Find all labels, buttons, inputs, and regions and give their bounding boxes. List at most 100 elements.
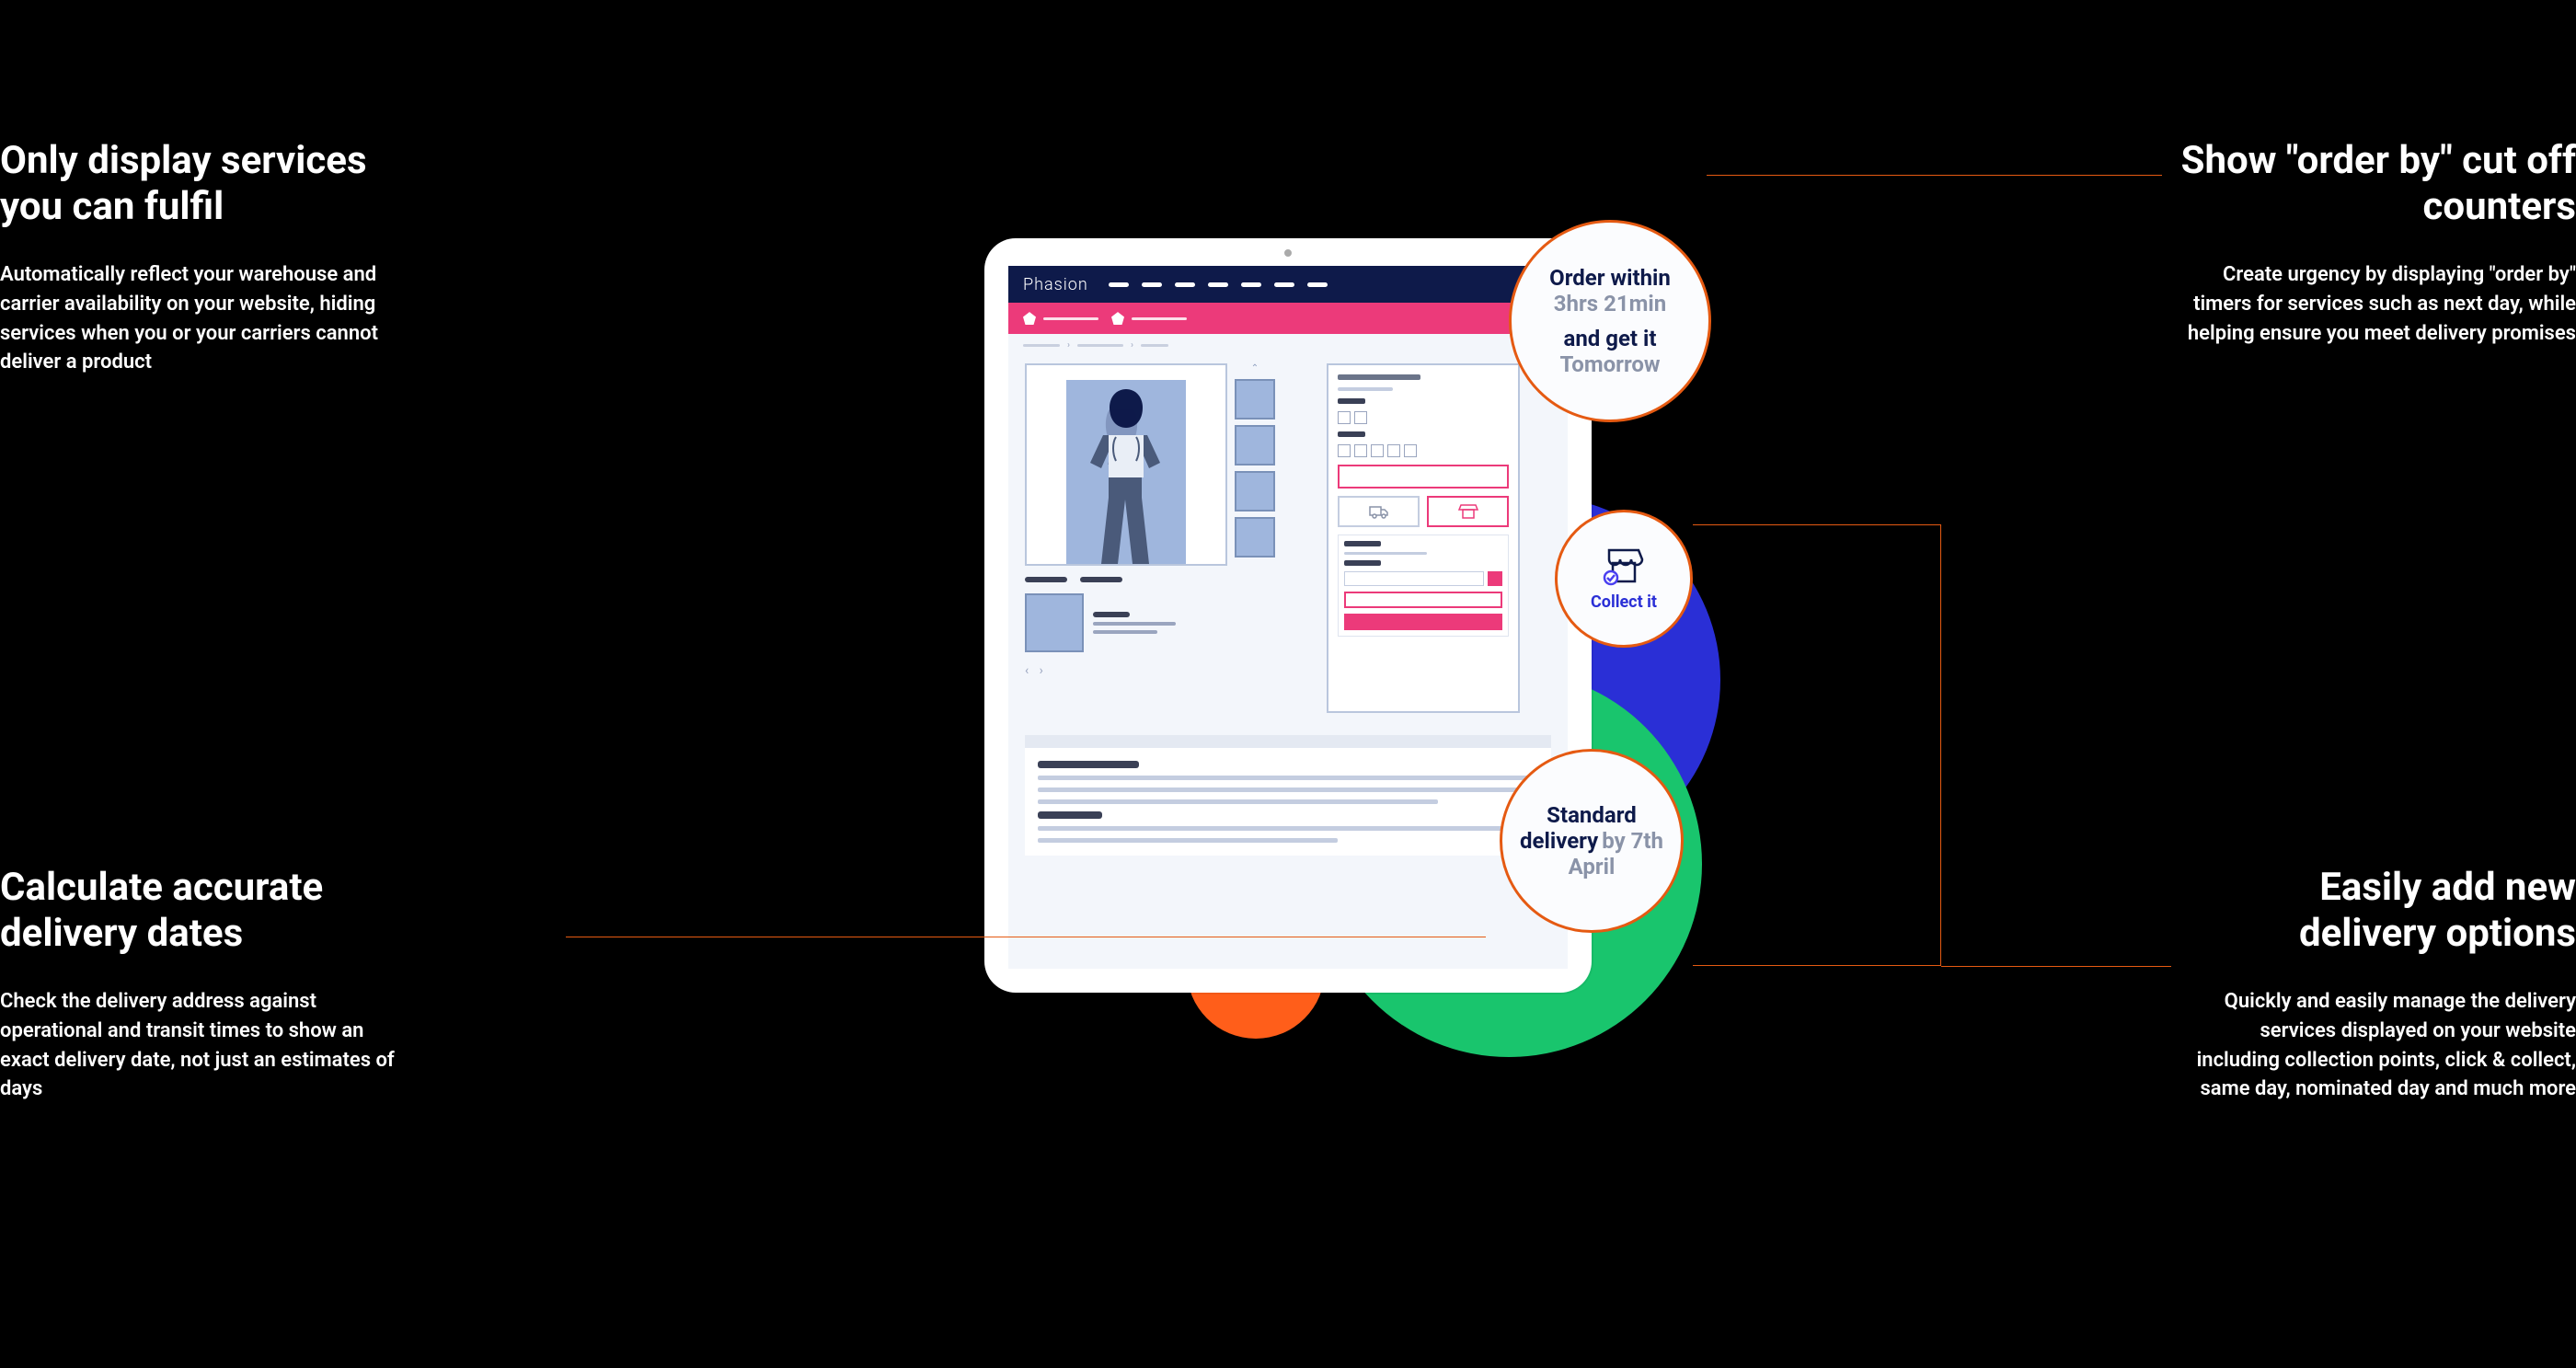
callout-standard-delivery: Standard delivery by 7th April <box>1500 749 1684 933</box>
thumbnail <box>1235 379 1275 420</box>
tablet-screen: Phasion › <box>1008 266 1568 969</box>
thumbnail <box>1235 425 1275 466</box>
size-option <box>1387 444 1400 457</box>
placeholder-line <box>1344 552 1427 555</box>
feature-cutoff: Show "order by" cut off counters Create … <box>2180 138 2576 348</box>
nav-item <box>1241 282 1261 287</box>
store-icon <box>1458 503 1478 520</box>
placeholder-line <box>1080 577 1122 582</box>
placeholder-line <box>1093 612 1130 617</box>
delivery-option <box>1338 496 1420 527</box>
chevron-icon: › <box>1131 340 1133 351</box>
center-illustration: Phasion › <box>984 238 1592 993</box>
truck-icon <box>1369 504 1389 519</box>
swatch-row <box>1338 411 1509 424</box>
left-column: ⌃ <box>1025 363 1310 713</box>
site-topbar: Phasion <box>1008 266 1568 303</box>
nav-item <box>1307 282 1328 287</box>
section-heading <box>1038 811 1102 819</box>
add-to-bag-button <box>1338 465 1509 489</box>
pentagon-icon <box>1111 312 1124 325</box>
paragraph-line <box>1038 826 1538 831</box>
placeholder-line <box>1344 541 1381 546</box>
section-heading <box>1038 761 1139 768</box>
delivery-option-selected <box>1427 496 1509 527</box>
feature-title: Easily add new delivery options <box>2180 865 2576 958</box>
placeholder-line <box>1093 622 1176 626</box>
feature-title: Calculate accurate delivery dates <box>0 865 396 958</box>
delivery-option-row <box>1338 496 1509 527</box>
size-option <box>1404 444 1417 457</box>
callout-text: 3hrs 21min <box>1554 291 1666 316</box>
swatch <box>1354 411 1367 424</box>
product-layout: ⌃ <box>1008 356 1568 730</box>
recommended-item <box>1025 593 1310 652</box>
checkout-button <box>1344 592 1502 608</box>
tablet-mockup: Phasion › <box>984 238 1592 993</box>
paragraph-line <box>1038 799 1438 804</box>
submit-button <box>1488 571 1502 586</box>
size-option <box>1338 444 1351 457</box>
callout-collect: Collect it <box>1555 510 1693 648</box>
pentagon-icon <box>1023 312 1036 325</box>
feature-calc-dates: Calculate accurate delivery dates Check … <box>0 865 396 1104</box>
promo-bar <box>1008 303 1568 334</box>
placeholder-line <box>1344 560 1381 566</box>
placeholder-line <box>1025 577 1067 582</box>
promo-item <box>1023 312 1098 325</box>
feature-title: Show "order by" cut off counters <box>2180 138 2576 231</box>
callout-text: Standard <box>1547 802 1637 828</box>
callout-countdown: Order within 3hrs 21min and get it Tomor… <box>1509 220 1711 422</box>
feature-add-options: Easily add new delivery options Quickly … <box>2180 865 2576 1104</box>
connector-line <box>1707 175 2162 176</box>
thumbnail <box>1235 471 1275 512</box>
input-field <box>1344 571 1484 586</box>
placeholder-line <box>1338 387 1393 391</box>
size-option <box>1371 444 1384 457</box>
callout-text: delivery <box>1520 828 1598 854</box>
checkout-box <box>1338 535 1509 637</box>
thumbnail <box>1235 517 1275 558</box>
feature-desc: Quickly and easily manage the delivery s… <box>2180 987 2576 1105</box>
placeholder-line <box>1043 317 1098 320</box>
swatch <box>1338 411 1351 424</box>
placeholder-line <box>1132 317 1187 320</box>
section-bar <box>1025 735 1551 748</box>
callout-label: Collect it <box>1591 592 1657 612</box>
size-row <box>1338 444 1509 457</box>
carousel-nav: ‹ › <box>1025 663 1310 678</box>
product-gallery: ⌃ <box>1025 363 1310 566</box>
paragraph-line <box>1038 838 1338 843</box>
connector-line <box>1941 966 2171 967</box>
nav-item <box>1274 282 1294 287</box>
promo-item <box>1111 312 1187 325</box>
callout-text: Order within <box>1549 265 1671 291</box>
placeholder-line <box>1093 630 1157 634</box>
size-option <box>1354 444 1367 457</box>
chevron-up-icon: ⌃ <box>1251 363 1259 374</box>
crumb-segment <box>1141 344 1168 347</box>
feature-desc: Automatically reflect your warehouse and… <box>0 260 396 378</box>
feature-desc: Create urgency by displaying "order by" … <box>2180 260 2576 349</box>
callout-text: April <box>1569 854 1616 879</box>
nav-item <box>1175 282 1195 287</box>
callout-text: by 7th <box>1602 828 1663 854</box>
nav-item <box>1109 282 1129 287</box>
model-illustration <box>1066 380 1186 564</box>
crumb-segment <box>1023 344 1060 347</box>
checkout-button-filled <box>1344 614 1502 630</box>
connector-box <box>1693 524 1941 966</box>
tablet-camera <box>1284 249 1292 257</box>
paragraph-line <box>1038 776 1538 780</box>
feature-title: Only display services you can fulfil <box>0 138 396 231</box>
product-image <box>1025 363 1227 566</box>
recommended-thumb <box>1025 593 1084 652</box>
crumb-segment <box>1077 344 1123 347</box>
placeholder-line <box>1338 398 1365 404</box>
purchase-panel <box>1327 363 1520 713</box>
nav-item <box>1208 282 1228 287</box>
paragraph-line <box>1038 787 1538 792</box>
callout-text: Tomorrow <box>1559 351 1660 377</box>
storefront-icon <box>1602 546 1646 587</box>
feature-only-display: Only display services you can fulfil Aut… <box>0 138 396 377</box>
